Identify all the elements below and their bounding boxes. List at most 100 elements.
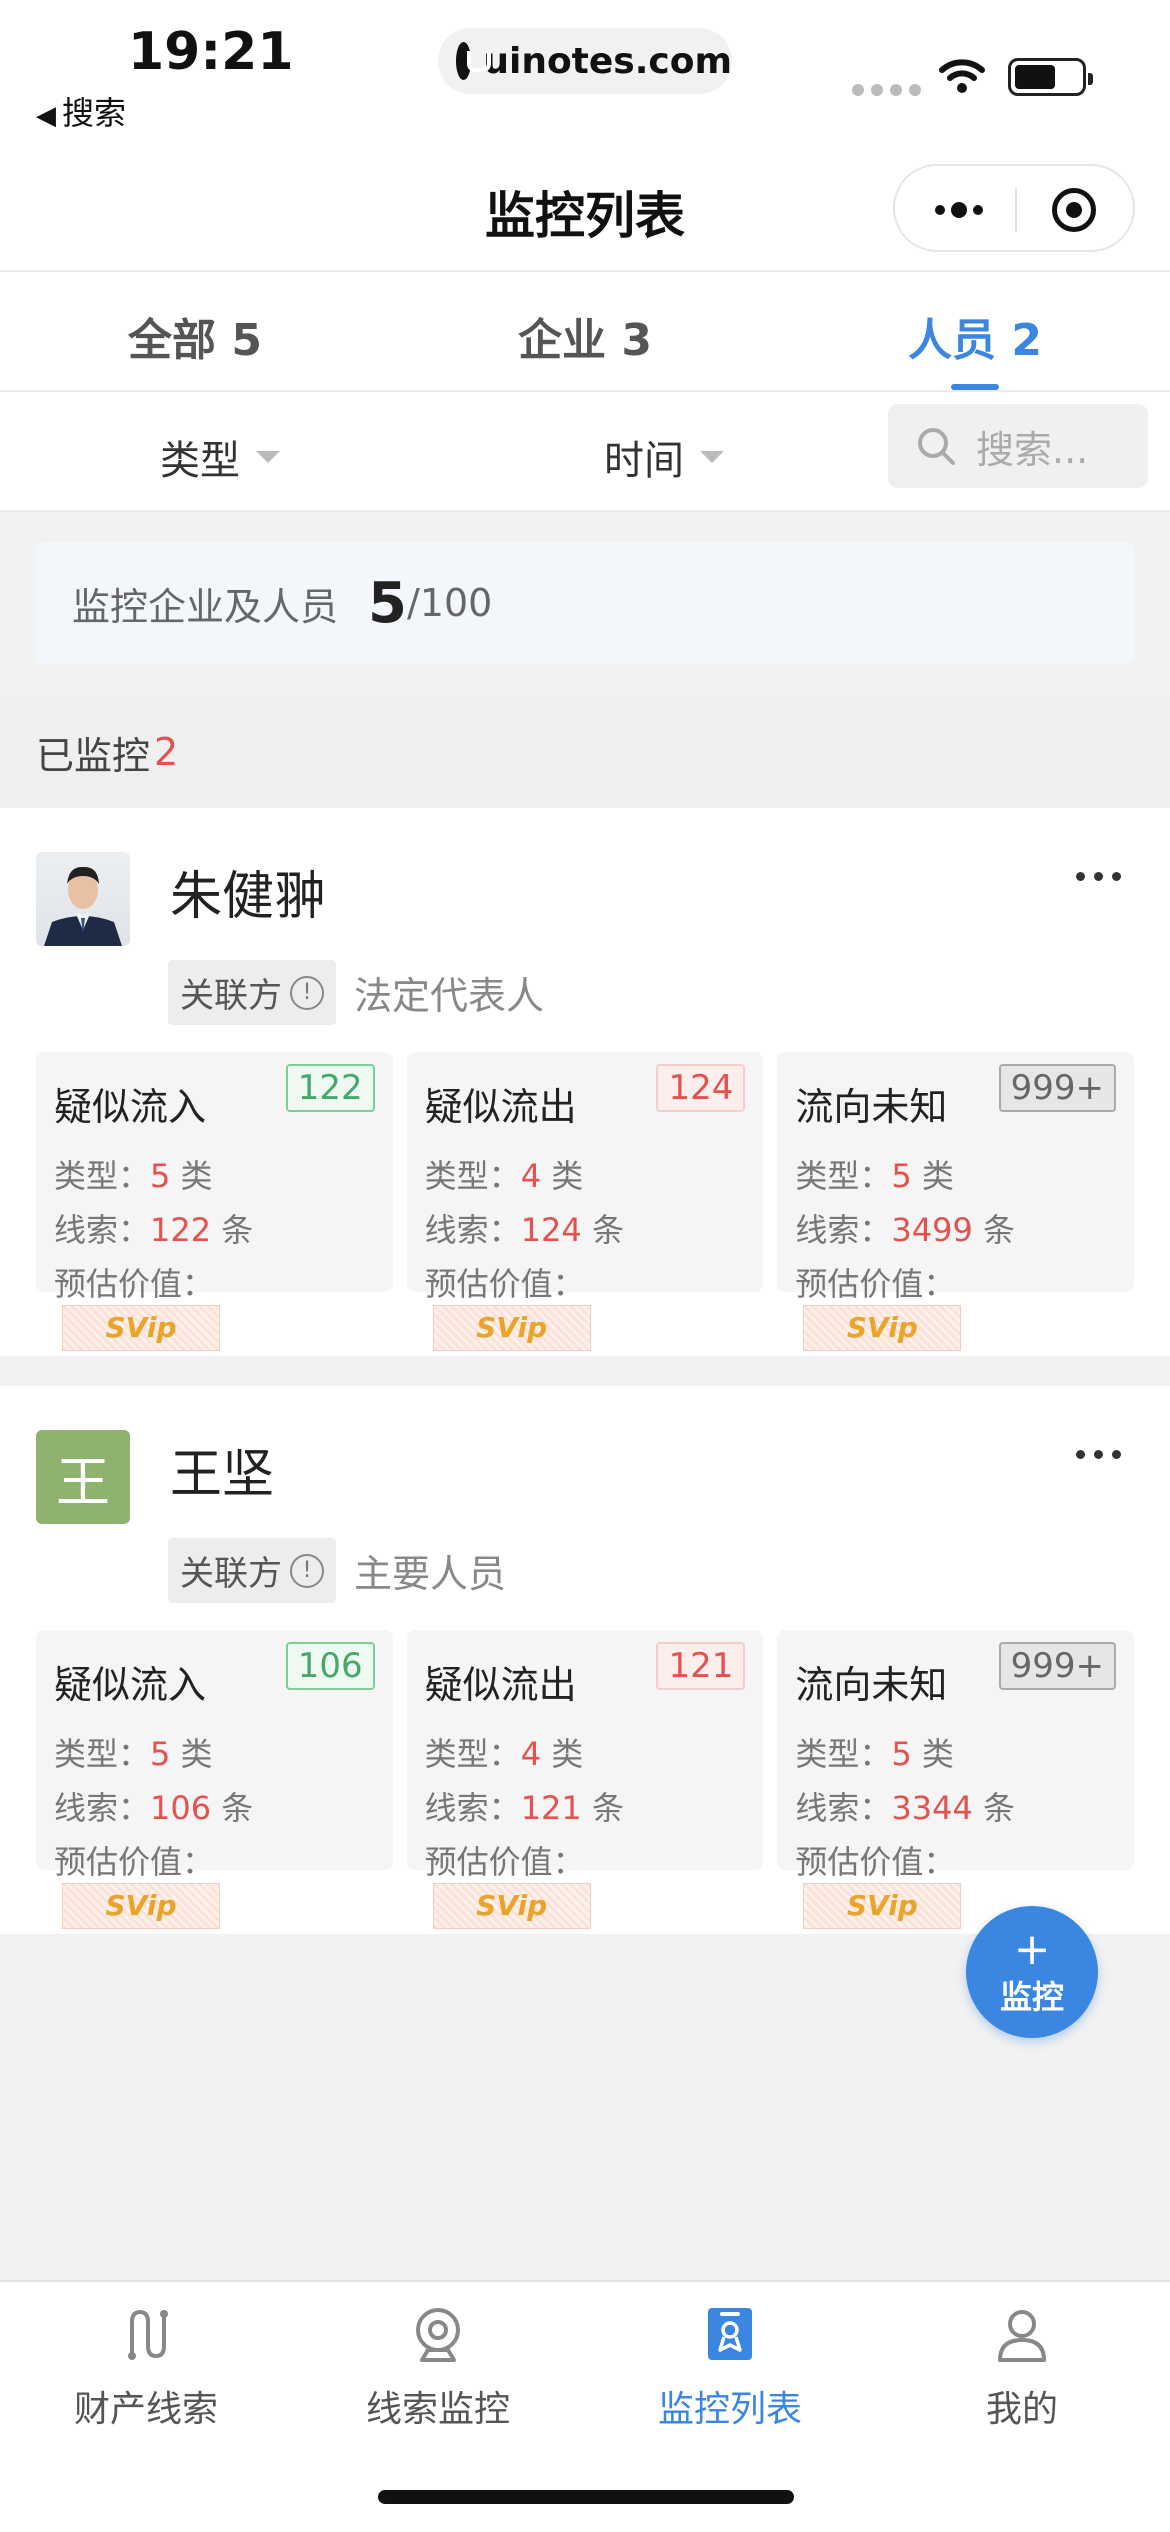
stat-inflow[interactable]: 疑似流入 106 类型：5 类 线索：106 条 预估价值：SVip — [36, 1630, 393, 1929]
stat-type-line: 类型：4 类 — [424, 1735, 584, 1773]
stat-clue-line: 线索：106 条 — [54, 1789, 254, 1827]
relation-role: 法定代表人 — [354, 974, 545, 1018]
search-icon — [918, 428, 955, 465]
tab-person[interactable]: 人员 2 — [780, 272, 1170, 390]
stat-badge: 999+ — [998, 1064, 1117, 1112]
stat-clue-line: 线索：3499 条 — [795, 1211, 1015, 1249]
time-filter-label: 时间 — [604, 438, 684, 484]
close-mini-program-button[interactable] — [1052, 188, 1096, 232]
person-card[interactable]: 朱健翀 关联方! 法定代表人 疑似流入 122 类型：5 类 线索：122 条 … — [0, 808, 1170, 1356]
type-filter-label: 类型 — [160, 438, 240, 484]
time-filter[interactable]: 时间 — [604, 428, 724, 486]
stat-clue-line: 线索：121 条 — [424, 1789, 624, 1827]
stat-clue-line: 线索：124 条 — [424, 1211, 624, 1249]
stat-value-line: 预估价值：SVip — [54, 1259, 375, 1351]
nav-bar: 监控列表 — [0, 150, 1170, 272]
stat-inflow[interactable]: 疑似流入 122 类型：5 类 线索：122 条 预估价值：SVip — [36, 1052, 393, 1351]
stat-badge: 122 — [285, 1064, 375, 1112]
back-link[interactable]: ◀ 搜索 — [36, 88, 126, 134]
svip-locked-badge[interactable]: SVip — [803, 1883, 962, 1929]
monitor-quota: 监控企业及人员 5 /100 — [36, 542, 1134, 664]
stat-unknown-flow[interactable]: 流向未知 999+ 类型：5 类 线索：3499 条 预估价值：SVip — [777, 1052, 1135, 1351]
site-logo-icon — [456, 42, 492, 80]
tabbar-item-mine[interactable]: 我的 — [876, 2304, 1168, 2432]
svip-locked-badge[interactable]: SVip — [803, 1305, 962, 1351]
stat-value-line: 预估价值：SVip — [425, 1837, 746, 1929]
svip-locked-badge[interactable]: SVip — [432, 1883, 591, 1929]
stat-outflow[interactable]: 疑似流出 121 类型：4 类 线索：121 条 预估价值：SVip — [406, 1630, 764, 1929]
url-pill: uinotes.com — [438, 28, 732, 94]
more-options-button[interactable] — [1076, 872, 1121, 881]
stat-clue-line: 线索：122 条 — [54, 1211, 254, 1249]
camera-icon — [416, 2308, 460, 2362]
monitored-section-header: 已监控 2 — [0, 696, 1170, 808]
route-icon — [128, 2309, 168, 2360]
tabbar-item-clue-monitor[interactable]: 线索监控 — [292, 2304, 584, 2432]
stat-type-line: 类型：5 类 — [54, 1157, 213, 1195]
tabbar-label: 监控列表 — [657, 2389, 802, 2430]
tab-all[interactable]: 全部 5 — [0, 272, 390, 390]
svip-locked-badge[interactable]: SVip — [62, 1883, 220, 1929]
search-input[interactable]: 搜索... — [888, 404, 1148, 488]
svip-locked-badge[interactable]: SVip — [62, 1305, 220, 1351]
clue-stats: 疑似流入 122 类型：5 类 线索：122 条 预估价值：SVip 疑似流出 … — [36, 1052, 1135, 1351]
wifi-icon — [939, 59, 985, 93]
back-label: 搜索 — [62, 94, 127, 132]
search-placeholder: 搜索... — [976, 427, 1089, 472]
relation-tag[interactable]: 关联方! — [168, 960, 336, 1025]
clue-stats: 疑似流入 106 类型：5 类 线索：106 条 预估价值：SVip 疑似流出 … — [36, 1630, 1135, 1929]
stat-badge: 121 — [656, 1642, 746, 1690]
stat-type-line: 类型：4 类 — [424, 1157, 584, 1195]
stat-value-line: 预估价值：SVip — [54, 1837, 375, 1929]
back-arrow-icon: ◀ — [36, 101, 56, 131]
stat-type-line: 类型：5 类 — [795, 1157, 954, 1195]
person-name: 朱健翀 — [170, 867, 327, 927]
type-filter[interactable]: 类型 — [160, 428, 280, 486]
tabbar-label: 我的 — [985, 2389, 1058, 2430]
category-tabs: 全部 5 企业 3 人员 2 — [0, 272, 1170, 392]
user-icon — [998, 2310, 1046, 2362]
stat-badge: 106 — [285, 1642, 375, 1690]
tabbar-item-property-clues[interactable]: 财产线索 — [0, 2304, 292, 2432]
more-menu-button[interactable] — [929, 194, 989, 226]
stat-value-line: 预估价值：SVip — [795, 1259, 1116, 1351]
add-monitor-button[interactable]: + 监控 — [966, 1906, 1098, 2038]
plus-icon: + — [1013, 1924, 1051, 1975]
badge-list-icon — [708, 2308, 752, 2360]
more-options-button[interactable] — [1076, 1450, 1121, 1459]
section-count: 2 — [154, 730, 179, 774]
tabbar-label: 线索监控 — [365, 2389, 510, 2430]
quota-total: /100 — [406, 581, 493, 625]
relation-tag-label: 关联方 — [180, 1554, 282, 1594]
stat-clue-line: 线索：3344 条 — [795, 1789, 1015, 1827]
avatar — [36, 852, 130, 946]
stat-type-line: 类型：5 类 — [795, 1735, 954, 1773]
relation-row: 关联方! 法定代表人 — [168, 960, 544, 1025]
tab-enterprise[interactable]: 企业 3 — [390, 272, 780, 390]
info-icon: ! — [290, 975, 324, 1010]
person-name: 王坚 — [170, 1445, 275, 1505]
relation-role: 主要人员 — [354, 1552, 507, 1596]
caret-down-icon — [700, 451, 724, 463]
avatar: 王 — [36, 1430, 130, 1524]
relation-tag-label: 关联方 — [180, 976, 282, 1016]
clock: 19:21 — [128, 22, 294, 82]
tabbar-item-monitor-list[interactable]: 监控列表 — [584, 2304, 876, 2432]
info-icon: ! — [290, 1553, 324, 1588]
stat-value-line: 预估价值：SVip — [425, 1259, 746, 1351]
section-label: 已监控 — [36, 733, 151, 778]
home-indicator — [378, 2490, 794, 2504]
stat-outflow[interactable]: 疑似流出 124 类型：4 类 线索：124 条 预估价值：SVip — [406, 1052, 764, 1351]
relation-row: 关联方! 主要人员 — [168, 1538, 506, 1603]
filter-bar: 类型 时间 搜索... — [0, 392, 1170, 512]
stat-unknown-flow[interactable]: 流向未知 999+ 类型：5 类 线索：3344 条 预估价值：SVip — [777, 1630, 1135, 1929]
tabbar-label: 财产线索 — [73, 2389, 218, 2430]
url-text: uinotes.com — [483, 40, 732, 82]
add-monitor-label: 监控 — [999, 1978, 1064, 2016]
stat-type-line: 类型：5 类 — [54, 1735, 213, 1773]
svip-locked-badge[interactable]: SVip — [432, 1305, 591, 1351]
stat-badge: 999+ — [998, 1642, 1117, 1690]
signal-icon — [852, 84, 921, 96]
person-card[interactable]: 王 王坚 关联方! 主要人员 疑似流入 106 类型：5 类 线索：106 条 … — [0, 1386, 1170, 1934]
relation-tag[interactable]: 关联方! — [168, 1538, 336, 1603]
